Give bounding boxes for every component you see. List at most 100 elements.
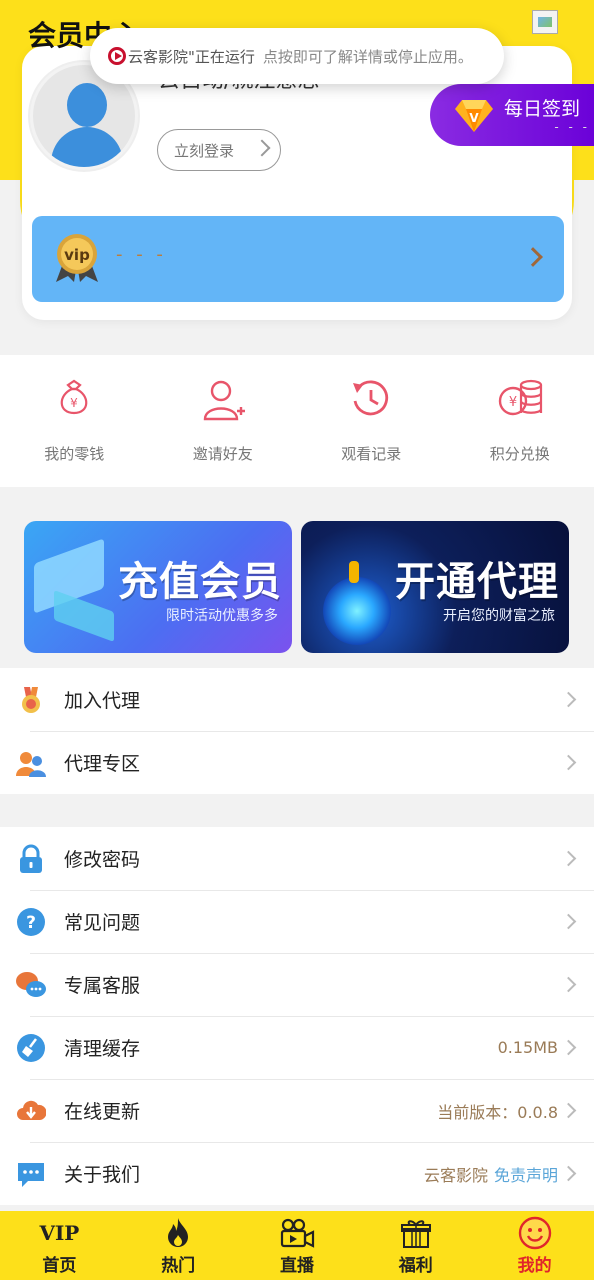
tab-welfare[interactable]: 福利	[356, 1211, 475, 1280]
fire-icon	[168, 1218, 189, 1247]
question-icon: ?	[17, 908, 45, 936]
chevron-right-icon	[560, 913, 577, 930]
app-name-text: 云客影院	[423, 1165, 488, 1185]
svg-text:V: V	[469, 111, 479, 125]
people-icon	[16, 752, 46, 777]
menu-item-change-password[interactable]: 修改密码	[0, 827, 594, 890]
avatar-head	[67, 83, 107, 127]
menu-item-faq[interactable]: ? 常见问题	[0, 890, 594, 953]
svg-text:¥: ¥	[509, 395, 517, 410]
chevron-right-icon	[560, 976, 577, 993]
banner-recharge-vip[interactable]: 充值会员 限时活动优惠多多	[24, 521, 292, 653]
money-bag-icon: ¥	[60, 379, 88, 415]
svg-text:vip: vip	[64, 246, 90, 264]
chevron-right-icon	[560, 1039, 577, 1056]
about-value: 云客影院 免责声明	[424, 1162, 558, 1186]
notification-message: 点按即可了解详情或停止应用。	[262, 47, 473, 66]
checkin-sub: - - -	[554, 120, 590, 134]
vip-logo-icon: VIP	[39, 1221, 80, 1245]
chevron-right-icon	[560, 850, 577, 867]
quick-action-label: 邀请好友	[192, 445, 253, 463]
daily-checkin-button[interactable]: V 每日签到 - - -	[430, 84, 594, 146]
quick-actions: ¥ 我的零钱 邀请好友 观看记录 ¥ 积分兑换	[0, 355, 594, 487]
menu-item-label: 修改密码	[64, 849, 141, 871]
chevron-right-icon	[560, 691, 577, 708]
quick-action-label: 我的零钱	[44, 445, 105, 463]
message-icon	[18, 1163, 44, 1187]
menu-item-label: 专属客服	[64, 975, 141, 997]
settings-menu: 修改密码 ? 常见问题 专属客服 清理缓存 0.15MB 在线更新 当前版本：0…	[0, 827, 594, 1205]
lock-icon	[20, 844, 42, 873]
tab-label: 直播	[279, 1256, 314, 1276]
chevron-right-icon	[523, 247, 543, 267]
promo-banners: 充值会员 限时活动优惠多多 开通代理 开启您的财富之旅	[0, 505, 594, 667]
broom-icon	[17, 1034, 45, 1062]
menu-item-label: 关于我们	[64, 1164, 141, 1186]
quick-action-label: 积分兑换	[489, 445, 550, 463]
banner-subtitle: 开启您的财富之旅	[443, 608, 555, 624]
avatar-body	[51, 127, 123, 167]
play-icon	[108, 47, 126, 65]
quick-action-invite[interactable]: 邀请好友	[149, 355, 298, 487]
tab-mine[interactable]: 我的	[475, 1211, 594, 1280]
cache-size-value: 0.15MB	[497, 1038, 558, 1057]
chevron-right-icon	[560, 1102, 577, 1119]
menu-item-label: 常见问题	[64, 912, 141, 934]
checkin-label: 每日签到	[504, 98, 581, 120]
quick-action-history[interactable]: 观看记录	[297, 355, 446, 487]
vip-status-bar[interactable]: vip - - -	[32, 216, 564, 302]
svg-text:¥: ¥	[70, 396, 78, 410]
chevron-right-icon	[560, 1165, 577, 1182]
tab-home[interactable]: VIP 首页	[0, 1211, 119, 1280]
add-user-icon	[203, 380, 245, 421]
vip-badge-icon: vip	[56, 234, 98, 282]
disclaimer-link[interactable]: 免责声明	[494, 1166, 558, 1185]
menu-item-agent-zone[interactable]: 代理专区	[0, 731, 594, 794]
banner-decoration	[54, 590, 114, 642]
tab-hot[interactable]: 热门	[119, 1211, 238, 1280]
menu-item-label: 加入代理	[64, 690, 141, 712]
login-button-label: 立刻登录	[174, 141, 235, 160]
tab-label: 热门	[161, 1256, 196, 1276]
banner-title: 开通代理	[395, 558, 559, 605]
bottom-tab-bar: VIP 首页 热门 直播 福利 我的	[0, 1211, 594, 1280]
menu-item-about-us[interactable]: 关于我们 云客影院 免责声明	[0, 1142, 594, 1205]
quick-action-wallet[interactable]: ¥ 我的零钱	[0, 355, 149, 487]
menu-item-label: 清理缓存	[64, 1038, 141, 1060]
diamond-icon: V	[455, 100, 493, 132]
menu-item-online-update[interactable]: 在线更新 当前版本：0.0.8	[0, 1079, 594, 1142]
vip-status-text: - - -	[116, 244, 167, 265]
menu-item-label: 在线更新	[64, 1101, 141, 1123]
tab-label: 福利	[398, 1256, 433, 1276]
chat-icon	[16, 972, 46, 997]
menu-item-join-agent[interactable]: 加入代理	[0, 668, 594, 731]
chevron-right-icon	[253, 139, 271, 157]
menu-item-customer-service[interactable]: 专属客服	[0, 953, 594, 1016]
coins-icon: ¥	[498, 379, 542, 416]
cloud-download-icon	[17, 1100, 46, 1120]
gift-icon	[400, 1220, 431, 1248]
tab-live[interactable]: 直播	[238, 1211, 357, 1280]
quick-action-points[interactable]: ¥ 积分兑换	[446, 355, 594, 487]
menu-item-clear-cache[interactable]: 清理缓存 0.15MB	[0, 1016, 594, 1079]
video-camera-icon	[280, 1218, 315, 1248]
image-icon[interactable]	[532, 10, 558, 34]
tab-label: 首页	[42, 1256, 77, 1276]
history-clock-icon	[353, 380, 389, 416]
running-notification[interactable]: 云客影院"正在运行 点按即可了解详情或停止应用。	[90, 28, 504, 84]
figure-decoration	[349, 561, 359, 583]
banner-title: 充值会员	[118, 558, 282, 605]
smiley-icon	[518, 1216, 551, 1250]
tab-label: 我的	[517, 1256, 552, 1276]
agent-menu: 加入代理 代理专区	[0, 668, 594, 794]
login-button[interactable]: 立刻登录	[157, 129, 281, 171]
notification-app-name: 云客影院"正在运行	[128, 47, 255, 66]
banner-open-agent[interactable]: 开通代理 开启您的财富之旅	[301, 521, 569, 653]
menu-item-label: 代理专区	[64, 753, 141, 775]
quick-action-label: 观看记录	[341, 445, 402, 463]
svg-text:?: ?	[26, 913, 36, 933]
medal-icon	[22, 687, 40, 713]
chevron-right-icon	[560, 754, 577, 771]
banner-subtitle: 限时活动优惠多多	[166, 608, 278, 624]
planet-decoration	[323, 577, 391, 645]
